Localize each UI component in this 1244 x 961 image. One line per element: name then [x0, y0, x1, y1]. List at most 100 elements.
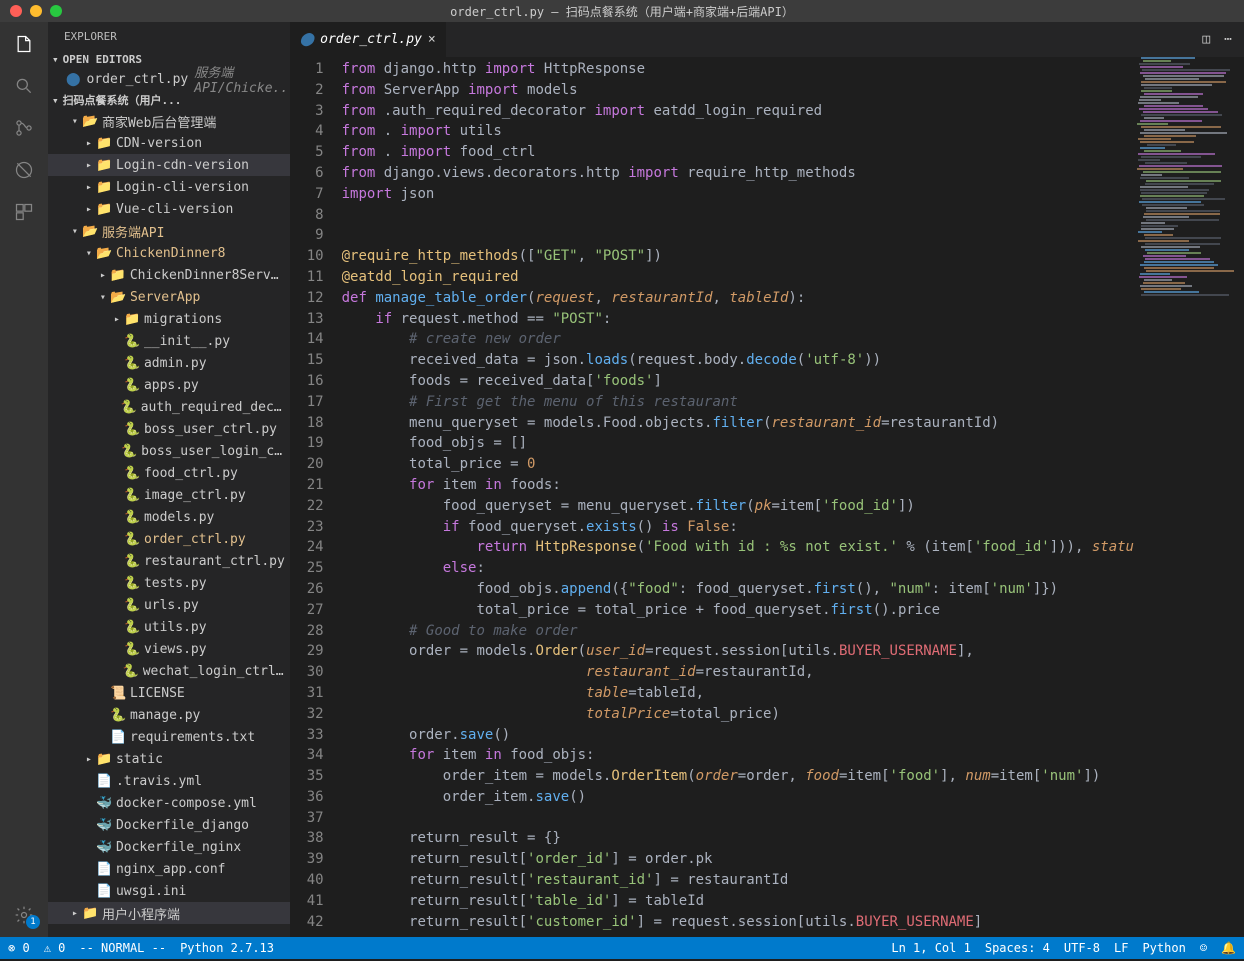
tree-item-label: admin.py — [144, 356, 207, 371]
folder-icon: 📁 — [82, 906, 98, 921]
tree-item-label: docker-compose.yml — [116, 796, 257, 811]
open-editor-item[interactable]: ⬤ order_ctrl.py 服务端API/Chicke... — [48, 68, 290, 90]
feedback-icon[interactable]: ☺ — [1200, 941, 1207, 955]
tree-item-label: LICENSE — [130, 686, 185, 701]
tree-item[interactable]: 🐍__init__.py — [48, 330, 290, 352]
debug-icon[interactable] — [12, 158, 36, 182]
tree-item[interactable]: 🐍manage.py — [48, 704, 290, 726]
editor-area: ⬤ order_ctrl.py × ◫ ⋯ 123456789101112131… — [290, 22, 1244, 937]
tree-item[interactable]: ▸📁migrations — [48, 308, 290, 330]
tree-item-label: nginx_app.conf — [116, 862, 226, 877]
tree-item[interactable]: ▸📁Vue-cli-version — [48, 198, 290, 220]
tree-item[interactable]: ▾📂ServerApp — [48, 286, 290, 308]
tree-item[interactable]: ▸📁static — [48, 748, 290, 770]
search-icon[interactable] — [12, 74, 36, 98]
py-icon: 🐍 — [123, 664, 139, 679]
py-icon: 🐍 — [124, 620, 140, 635]
tree-item[interactable]: 🐳Dockerfile_nginx — [48, 836, 290, 858]
tree-item-label: models.py — [144, 510, 214, 525]
tree-item-label: Dockerfile_nginx — [116, 840, 241, 855]
tree-item[interactable]: 🐍 food_ctrl.py — [48, 462, 290, 484]
yml-icon: 📄 — [96, 774, 112, 789]
chevron-down-icon: ▾ — [52, 53, 59, 66]
folder-icon: 📁 — [110, 268, 126, 283]
tree-item-label: views.py — [144, 642, 207, 657]
tree-item[interactable]: 📜LICENSE — [48, 682, 290, 704]
tree-item[interactable]: 🐍tests.py — [48, 572, 290, 594]
tree-item[interactable]: ▸📁Login-cli-version — [48, 176, 290, 198]
tree-item-label: apps.py — [144, 378, 199, 393]
chevron-icon: ▸ — [82, 204, 96, 215]
tree-item[interactable]: ▾📂ChickenDinner8 — [48, 242, 290, 264]
extensions-icon[interactable] — [12, 200, 36, 224]
tree-item[interactable]: ▸📁Login-cdn-version — [48, 154, 290, 176]
folder-icon: 📁 — [96, 158, 112, 173]
tree-item[interactable]: 🐍order_ctrl.py — [48, 528, 290, 550]
code-content[interactable]: from django.http import HttpResponsefrom… — [342, 57, 1134, 937]
status-errors[interactable]: ⊗ 0 — [8, 941, 30, 955]
tree-item[interactable]: ▸📁用户小程序端 — [48, 902, 290, 924]
tree-item[interactable]: 📄 .travis.yml — [48, 770, 290, 792]
editor-body[interactable]: 1234567891011121314151617181920212223242… — [290, 57, 1244, 937]
bell-icon[interactable]: 🔔 — [1221, 941, 1236, 955]
split-editor-icon[interactable]: ◫ — [1202, 32, 1210, 47]
tree-item-label: ChickenDinner8Server — [130, 268, 286, 283]
more-icon[interactable]: ⋯ — [1224, 32, 1232, 47]
project-header[interactable]: ▾ 扫码点餐系统（用户... — [48, 90, 290, 110]
tree-item-label: .travis.yml — [116, 774, 202, 789]
tree-item-label: food_ctrl.py — [144, 466, 238, 481]
status-encoding[interactable]: UTF-8 — [1064, 941, 1100, 955]
status-cursor[interactable]: Ln 1, Col 1 — [891, 941, 970, 955]
tree-item-label: restaurant_ctrl.py — [144, 554, 285, 569]
tree-item[interactable]: ▸📁 ChickenDinner8Server — [48, 264, 290, 286]
tree-item[interactable]: ▸📁CDN-version — [48, 132, 290, 154]
minimap[interactable] — [1134, 57, 1244, 937]
tree-item[interactable]: 🐳Dockerfile_django — [48, 814, 290, 836]
tree-item-label: CDN-version — [116, 136, 202, 151]
status-indent[interactable]: Spaces: 4 — [985, 941, 1050, 955]
tree-item[interactable]: ▾📂商家Web后台管理端 — [48, 110, 290, 132]
tree-item[interactable]: ▾📂服务端API — [48, 220, 290, 242]
tree-item[interactable]: 📄nginx_app.conf — [48, 858, 290, 880]
statusbar: ⊗ 0 ⚠ 0 -- NORMAL -- Python 2.7.13 Ln 1,… — [0, 937, 1244, 959]
py-icon: 🐍 — [121, 444, 137, 459]
status-warnings[interactable]: ⚠ 0 — [44, 941, 66, 955]
source-control-icon[interactable] — [12, 116, 36, 140]
tree-item[interactable]: 🐳docker-compose.yml — [48, 792, 290, 814]
py-icon: 🐍 — [124, 466, 140, 481]
maximize-icon[interactable] — [50, 5, 62, 17]
tree-item[interactable]: 🐍urls.py — [48, 594, 290, 616]
tree-item[interactable]: 🐍utils.py — [48, 616, 290, 638]
chevron-icon: ▾ — [68, 116, 82, 127]
chevron-icon: ▸ — [96, 270, 110, 281]
explorer-icon[interactable] — [12, 32, 36, 56]
status-language[interactable]: Python — [1142, 941, 1185, 955]
tree-item-label: requirements.txt — [130, 730, 255, 745]
close-icon[interactable] — [10, 5, 22, 17]
txt-icon: 📄 — [110, 730, 126, 745]
sidebar-title: EXPLORER — [48, 22, 290, 51]
tree-item[interactable]: 🐍boss_user_ctrl.py — [48, 418, 290, 440]
tree-item[interactable]: 🐍wechat_login_ctrl.py — [48, 660, 290, 682]
tree-item[interactable]: 🐍restaurant_ctrl.py — [48, 550, 290, 572]
tree-item[interactable]: 🐍auth_required_decorat... — [48, 396, 290, 418]
tree-item[interactable]: 🐍models.py — [48, 506, 290, 528]
tree-item-label: static — [116, 752, 163, 767]
tree-item[interactable]: 📄uwsgi.ini — [48, 880, 290, 902]
tree-item[interactable]: 🐍boss_user_login_ctrl.py — [48, 440, 290, 462]
tree-item-label: __init__.py — [144, 334, 230, 349]
tree-item[interactable]: 🐍views.py — [48, 638, 290, 660]
sidebar: EXPLORER ▾ OPEN EDITORS ⬤ order_ctrl.py … — [48, 22, 290, 937]
tree-item[interactable]: 📄 requirements.txt — [48, 726, 290, 748]
minimize-icon[interactable] — [30, 5, 42, 17]
tab-order-ctrl[interactable]: ⬤ order_ctrl.py × — [290, 22, 447, 57]
status-python-version[interactable]: Python 2.7.13 — [180, 941, 274, 955]
close-icon[interactable]: × — [428, 32, 436, 47]
tree-item-label: 服务端API — [102, 222, 164, 241]
python-icon: ⬤ — [300, 32, 315, 47]
tree-item[interactable]: 🐍image_ctrl.py — [48, 484, 290, 506]
tree-item[interactable]: 🐍admin.py — [48, 352, 290, 374]
open-editor-name: order_ctrl.py — [87, 72, 189, 87]
tree-item[interactable]: 🐍apps.py — [48, 374, 290, 396]
status-eol[interactable]: LF — [1114, 941, 1128, 955]
